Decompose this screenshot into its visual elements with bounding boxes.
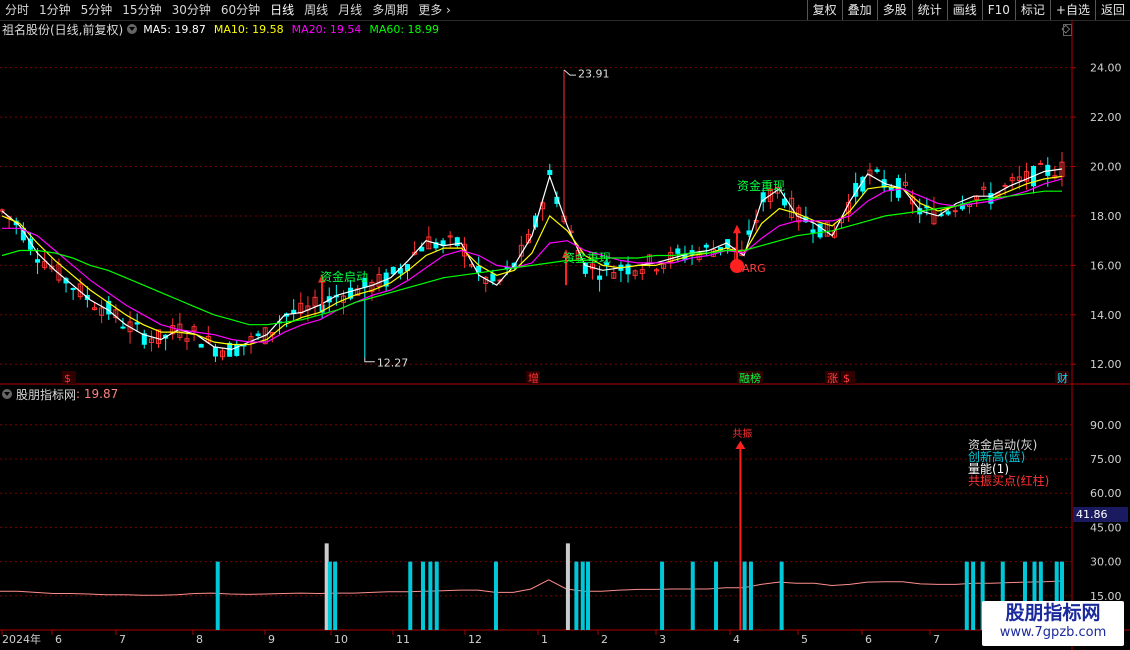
candle-body-99 <box>703 244 709 248</box>
signal-label-1: 资金重现 <box>563 250 611 265</box>
indicator-bar-17 <box>742 561 747 630</box>
candle-body-36 <box>255 333 261 337</box>
indicator-bar-7 <box>434 561 439 630</box>
indicator-bar-16 <box>739 443 742 630</box>
signal-label-2: 资金重现 <box>737 178 785 193</box>
indicator-bar-3 <box>333 561 338 630</box>
indicator-bar-11 <box>580 561 585 630</box>
event-marker-0: $ <box>64 372 71 385</box>
ind-y-label-1: 30.00 <box>1090 556 1122 569</box>
low-annotation-line <box>364 357 375 363</box>
indicator-bar-13 <box>660 561 665 630</box>
x-label-3: 8 <box>196 633 203 646</box>
ma-line-ma20 <box>2 178 1063 343</box>
candle-body-95 <box>675 248 681 254</box>
indicator-bar-9 <box>565 543 570 630</box>
candle-body-105 <box>746 230 752 235</box>
x-label-4: 9 <box>268 633 275 646</box>
ma-line-ma60 <box>1 190 1062 326</box>
candle-body-19 <box>134 322 140 325</box>
signal-label-0: 资金启动 <box>320 269 368 284</box>
high-annotation-line <box>563 69 577 76</box>
candle-body-133 <box>945 211 951 215</box>
indicator-bar-12 <box>586 561 591 630</box>
indicator-bar-5 <box>420 561 425 630</box>
ind-y-label-4: 75.00 <box>1090 453 1122 466</box>
candle-body-134 <box>952 210 958 213</box>
x-label-14: 7 <box>933 633 940 646</box>
main-y-label-3: 18.00 <box>1090 210 1122 223</box>
candle-body-55 <box>390 266 396 275</box>
x-label-5: 10 <box>334 633 348 646</box>
candle-body-28 <box>198 344 204 348</box>
candle-body-10 <box>70 287 76 290</box>
signal-arrowhead-2 <box>733 224 741 234</box>
x-label-0: 2024年 <box>2 632 41 646</box>
x-label-12: 5 <box>801 633 808 646</box>
indicator-notes: 资金启动(灰) 创新高(蓝) 量能(1) 共振买点(红柱) <box>968 439 1049 487</box>
candle-body-17 <box>120 326 126 329</box>
indicator-note-3: 共振买点(红柱) <box>968 474 1050 488</box>
kline-chart: 12.0014.0016.0018.0020.0022.0024.0015.00… <box>0 20 1130 650</box>
low-annotation-label: 12.27 <box>377 357 409 370</box>
candle-body-114 <box>810 229 816 233</box>
x-label-2: 7 <box>119 633 126 646</box>
arg-label: ARG <box>742 262 766 275</box>
indicator-bar-8 <box>493 561 498 630</box>
x-label-7: 12 <box>468 633 482 646</box>
event-marker-4: $ <box>843 372 850 385</box>
resonance-arrowhead <box>735 441 746 450</box>
event-marker-3: 涨 <box>827 372 838 385</box>
ind-y-label-3: 60.00 <box>1090 487 1122 500</box>
indicator-bar-15 <box>714 561 719 630</box>
candle-body-84 <box>597 275 603 280</box>
candle-body-146 <box>1038 162 1044 165</box>
main-y-label-4: 20.00 <box>1090 161 1122 174</box>
x-label-6: 11 <box>396 633 410 646</box>
resonance-label: 共振 <box>732 427 752 440</box>
x-label-1: 6 <box>55 633 62 646</box>
indicator-line <box>0 579 1063 596</box>
ind-y-label-5: 90.00 <box>1090 419 1122 432</box>
x-label-10: 3 <box>659 633 666 646</box>
indicator-bar-18 <box>748 561 753 630</box>
indicator-bar-14 <box>690 561 695 630</box>
main-y-label-0: 12.00 <box>1090 358 1122 371</box>
event-marker-5: 财 <box>1057 371 1068 385</box>
indicator-bar-19 <box>779 561 784 630</box>
candle-body-69 <box>490 273 496 282</box>
candle-body-141 <box>1002 184 1008 187</box>
indicator-bar-2 <box>327 561 332 630</box>
event-marker-1: 增 <box>528 371 539 385</box>
indicator-bar-0 <box>215 561 220 630</box>
candle-body-30 <box>212 346 218 357</box>
indicator-bar-21 <box>971 561 976 630</box>
watermark-url: www.7gpzb.com <box>999 625 1107 640</box>
high-annotation-label: 23.91 <box>578 68 610 81</box>
main-y-label-2: 16.00 <box>1090 259 1122 272</box>
indicator-bar-20 <box>964 561 969 630</box>
candle-body-123 <box>874 169 880 172</box>
main-y-label-5: 22.00 <box>1090 111 1122 124</box>
indicator-bar-4 <box>408 561 413 630</box>
x-label-11: 4 <box>733 633 740 646</box>
watermark-title: 股朋指标网 <box>1005 602 1101 624</box>
main-y-label-6: 24.00 <box>1090 62 1122 75</box>
ind-y-label-2: 45.00 <box>1090 521 1122 534</box>
candle-body-5 <box>35 259 41 263</box>
indicator-bar-6 <box>428 561 433 630</box>
x-label-13: 6 <box>865 633 872 646</box>
ma-line-ma5 <box>1 168 1063 351</box>
cursor-readout: 41.86 <box>1073 507 1128 522</box>
watermark: 股朋指标网 www.7gpzb.com <box>982 601 1124 646</box>
x-label-9: 2 <box>601 633 608 646</box>
ma-line-ma10 <box>1 175 1063 346</box>
event-marker-2: 融榜 <box>739 371 761 385</box>
indicator-bar-10 <box>574 561 579 630</box>
x-label-8: 1 <box>541 633 548 646</box>
main-y-label-1: 14.00 <box>1090 309 1122 322</box>
candle-body-77 <box>547 170 553 175</box>
